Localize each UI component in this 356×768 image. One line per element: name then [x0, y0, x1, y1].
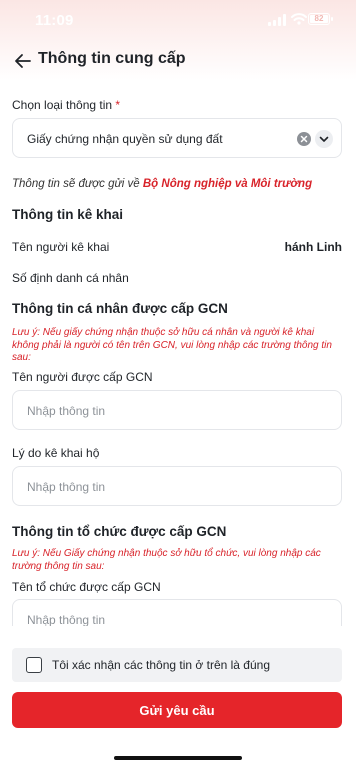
signal-icon [268, 14, 288, 26]
declare-reason-label: Lý do kê khai hộ [12, 446, 100, 460]
declare-reason-input[interactable] [25, 467, 329, 507]
info-type-value: Giấy chứng nhận quyền sử dụng đất [27, 132, 223, 146]
organization-section-title: Thông tin tổ chức được cấp GCN [12, 524, 227, 539]
individual-note: Lưu ý: Nếu giấy chứng nhận thuộc sở hữu … [12, 327, 332, 363]
notice-organization: Bộ Nông nghiệp và Môi trường [142, 178, 313, 190]
confirm-text: Tôi xác nhận các thông tin ở trên là đún… [52, 658, 271, 672]
declare-reason-field[interactable] [12, 466, 342, 507]
confirm-checkbox[interactable] [26, 657, 42, 673]
bottom-bar: Tôi xác nhận các thông tin ở trên là đún… [0, 626, 356, 768]
chevron-down-icon[interactable] [315, 130, 333, 148]
status-time: 11:09 [35, 12, 74, 29]
wifi-icon [291, 13, 307, 25]
declarant-name-label: Tên người kê khai [12, 240, 110, 254]
grantee-name-field[interactable] [12, 390, 342, 431]
app-header: Thông tin cung cấp [0, 44, 356, 78]
status-bar: 11:09 82 [0, 0, 356, 40]
info-type-select[interactable]: Giấy chứng nhận quyền sử dụng đất [12, 118, 342, 158]
organization-name-field[interactable] [12, 599, 342, 626]
grantee-name-input[interactable] [25, 391, 329, 431]
battery-icon: 82 [308, 13, 333, 25]
back-arrow-icon[interactable] [12, 50, 34, 72]
top-background: 11:09 82 Thông tin cung cấp [0, 0, 356, 80]
battery-level: 82 [310, 15, 328, 23]
individual-section-title: Thông tin cá nhân được cấp GCN [12, 301, 228, 316]
personal-id-label: Số định danh cá nhân [12, 271, 129, 285]
send-notice: Thông tin sẽ được gửi về Bộ Nông nghiệp … [12, 178, 313, 190]
form-content[interactable]: Chọn loại thông tin * Giấy chứng nhận qu… [0, 80, 356, 626]
clear-icon[interactable] [297, 132, 311, 146]
confirm-row[interactable]: Tôi xác nhận các thông tin ở trên là đún… [12, 648, 342, 682]
organization-name-input[interactable] [25, 600, 329, 626]
organization-note: Lưu ý: Nếu Giấy chứng nhận thuộc sở hữu … [12, 548, 321, 572]
page-title: Thông tin cung cấp [38, 50, 186, 67]
organization-name-label: Tên tổ chức được cấp GCN [12, 580, 161, 594]
submit-button[interactable]: Gửi yêu cầu [12, 692, 342, 728]
declarant-section-title: Thông tin kê khai [12, 207, 124, 222]
grantee-name-label: Tên người được cấp GCN [12, 370, 153, 384]
home-indicator [114, 756, 242, 760]
required-mark: * [115, 98, 121, 112]
declarant-name-value: hánh Linh [284, 240, 342, 254]
info-type-label: Chọn loại thông tin * [12, 98, 121, 112]
